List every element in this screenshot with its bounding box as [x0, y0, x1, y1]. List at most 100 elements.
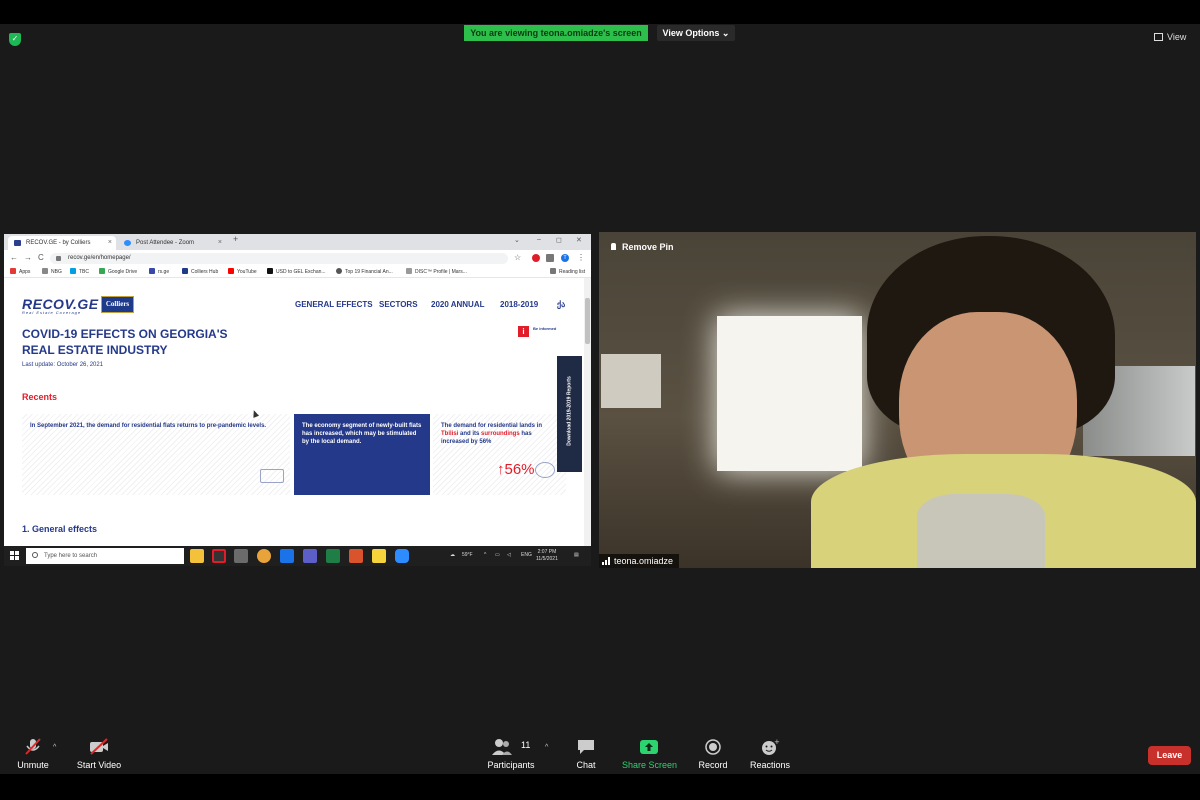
- language-indicator[interactable]: ENG: [521, 552, 532, 558]
- gallery-view-icon: [1154, 33, 1163, 41]
- encryption-shield-icon[interactable]: ✓: [9, 33, 21, 46]
- tab-label: Post Attendee - Zoom: [136, 240, 195, 246]
- recent-card-economy[interactable]: The economy segment of newly-built flats…: [294, 414, 430, 495]
- profile-avatar[interactable]: T: [561, 254, 569, 262]
- tab-search-icon[interactable]: ⌄: [514, 236, 520, 244]
- unmute-label: Unmute: [17, 760, 49, 770]
- close-tab-icon[interactable]: ×: [108, 236, 112, 250]
- last-update: Last update: October 26, 2021: [22, 362, 104, 368]
- nav-2020-annual[interactable]: 2020 ANNUAL: [431, 300, 485, 309]
- zoom-app-icon[interactable]: [395, 549, 409, 563]
- bookmark-usd-gel[interactable]: USD to GEL Exchan...: [267, 268, 326, 276]
- audio-options-chevron-icon[interactable]: ^: [53, 744, 56, 751]
- back-arrow-icon[interactable]: ←: [10, 253, 18, 262]
- recents-heading: Recents: [22, 392, 58, 402]
- browser-tab-zoom[interactable]: Post Attendee - Zoom ×: [118, 236, 226, 250]
- bookmark-colliers-hub[interactable]: Colliers Hub: [182, 268, 218, 276]
- file-explorer-icon[interactable]: [190, 549, 204, 563]
- sticky-notes-icon[interactable]: [372, 549, 386, 563]
- bookmark-apps[interactable]: Apps: [10, 268, 30, 276]
- teams-icon[interactable]: [303, 549, 317, 563]
- tray-chevron-up-icon[interactable]: ^: [484, 552, 486, 558]
- nav-general-effects[interactable]: GENERAL EFFECTS: [295, 300, 373, 309]
- video-off-icon: [88, 738, 110, 756]
- bookmark-nbg[interactable]: NBG: [42, 268, 62, 276]
- minimize-button[interactable]: –: [537, 236, 541, 243]
- share-screen-button[interactable]: Share Screen: [622, 738, 678, 774]
- taskbar-clock[interactable]: 2:07 PM 11/5/2021: [536, 549, 558, 563]
- network-icon[interactable]: ▭: [495, 552, 500, 558]
- puzzle-icon[interactable]: [546, 254, 554, 262]
- chat-button[interactable]: Chat: [572, 738, 600, 774]
- recent-card-lands[interactable]: The demand for residential lands in Tbil…: [433, 414, 566, 495]
- card-text-pre: The demand for residential lands in: [441, 423, 543, 429]
- participant-name: teona.omiadze: [614, 556, 674, 566]
- recov-website: RECOV.GE Real Estate Coverage Colliers G…: [4, 278, 584, 546]
- chrome-icon[interactable]: [257, 549, 271, 563]
- extension-icon[interactable]: [532, 254, 540, 262]
- app-icon[interactable]: [212, 549, 226, 563]
- scrollbar-thumb[interactable]: [585, 298, 590, 344]
- reload-icon[interactable]: C: [38, 253, 44, 262]
- app-icon[interactable]: [349, 549, 363, 563]
- be-informed-button[interactable]: i Be informed: [518, 324, 566, 340]
- maximize-button[interactable]: ◻: [556, 236, 562, 244]
- close-window-button[interactable]: ✕: [576, 236, 582, 244]
- muted-microphone-icon: [22, 738, 44, 756]
- weather-temp[interactable]: 59°F: [462, 552, 473, 558]
- page-scrollbar[interactable]: [584, 278, 591, 546]
- leave-meeting-button[interactable]: Leave: [1148, 746, 1191, 765]
- bookmark-google-drive[interactable]: Google Drive: [99, 268, 137, 276]
- bookmark-rs-ge[interactable]: rs.ge: [149, 268, 169, 276]
- close-tab-icon[interactable]: ×: [218, 236, 222, 250]
- download-reports-tab[interactable]: Download 2019-2019 Reports: [557, 356, 582, 472]
- more-menu-icon[interactable]: ⋮: [577, 253, 585, 262]
- colliers-logo[interactable]: Colliers: [101, 296, 134, 313]
- nav-2018-2019[interactable]: 2018-2019: [500, 300, 538, 309]
- calculator-icon[interactable]: [234, 549, 248, 563]
- signal-strength-icon: [602, 557, 611, 565]
- pin-icon: [611, 243, 616, 250]
- bookmark-star-icon[interactable]: ☆: [514, 253, 521, 262]
- bookmark-reading-list[interactable]: Reading list: [550, 268, 585, 276]
- bookmark-top-financial[interactable]: Top 19 Financial An...: [336, 268, 393, 276]
- excel-icon[interactable]: [326, 549, 340, 563]
- bookmark-youtube[interactable]: YouTube: [228, 268, 257, 276]
- view-options-button[interactable]: View Options ⌄: [657, 25, 735, 41]
- reactions-button[interactable]: + Reactions: [750, 738, 790, 774]
- bottom-black-bar: [0, 774, 1200, 800]
- record-button[interactable]: Record: [697, 738, 729, 774]
- bookmark-disc-profile[interactable]: DISC™ Profile | Mars...: [406, 268, 467, 276]
- meeting-toolbar: Unmute ^ Start Video 11 Participants ^ C…: [0, 732, 1200, 774]
- forward-arrow-icon[interactable]: →: [24, 253, 32, 262]
- tab-label: RECOV.GE - by Colliers: [26, 240, 91, 246]
- windows-start-icon[interactable]: [10, 551, 20, 561]
- volume-icon[interactable]: ◁: [507, 552, 511, 558]
- bookmark-tbc[interactable]: TBC: [70, 268, 89, 276]
- new-tab-button[interactable]: +: [233, 234, 238, 244]
- download-reports-label: Download 2019-2019 Reports: [566, 376, 573, 446]
- search-placeholder: Type here to search: [44, 553, 98, 559]
- card-area: surroundings: [481, 431, 520, 437]
- browser-tab-recov[interactable]: RECOV.GE - by Colliers ×: [8, 236, 116, 250]
- participants-button[interactable]: 11 Participants: [486, 738, 536, 774]
- share-screen-label: Share Screen: [622, 760, 678, 770]
- participants-chevron-icon[interactable]: ^: [545, 744, 548, 751]
- taskbar-search-input[interactable]: Type here to search: [26, 548, 184, 564]
- remove-pin-label: Remove Pin: [622, 242, 674, 252]
- view-button[interactable]: View: [1154, 32, 1186, 42]
- start-video-button[interactable]: Start Video: [76, 738, 122, 774]
- url-input[interactable]: recov.ge/en/homepage/: [50, 253, 508, 264]
- start-video-label: Start Video: [76, 760, 122, 770]
- remove-pin-button[interactable]: Remove Pin: [611, 242, 674, 252]
- recent-card-flats[interactable]: In September 2021, the demand for reside…: [22, 414, 290, 495]
- bookmarks-bar: Apps NBG TBC Google Drive rs.ge Colliers…: [4, 266, 591, 278]
- record-label: Record: [698, 760, 728, 770]
- nav-language-ka[interactable]: ქა: [557, 300, 565, 309]
- weather-icon[interactable]: ☁: [450, 552, 455, 558]
- notifications-icon[interactable]: ▤: [574, 552, 579, 558]
- unmute-button[interactable]: Unmute: [14, 738, 52, 774]
- nav-sectors[interactable]: SECTORS: [379, 300, 418, 309]
- participant-video[interactable]: Remove Pin teona.omiadze: [599, 232, 1196, 568]
- outlook-icon[interactable]: [280, 549, 294, 563]
